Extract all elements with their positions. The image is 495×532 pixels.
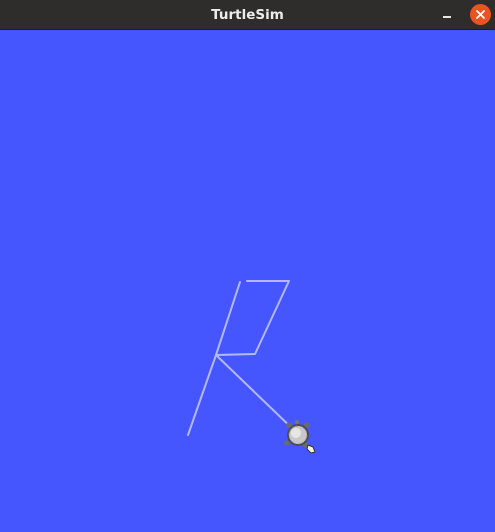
minimize-icon: [443, 16, 451, 18]
close-button[interactable]: [470, 4, 491, 25]
pen-trail: [187, 280, 298, 436]
pen-trail-path: [187, 280, 298, 436]
close-icon: [476, 10, 485, 19]
drawing-surface: [187, 280, 316, 454]
minimize-button[interactable]: [436, 5, 458, 25]
turtle-icon: [284, 420, 316, 454]
window-title: TurtleSim: [211, 7, 284, 23]
turtlesim-window: TurtleSim: [0, 0, 495, 532]
title-bar[interactable]: TurtleSim: [0, 0, 495, 30]
turtle-canvas[interactable]: [0, 30, 495, 532]
